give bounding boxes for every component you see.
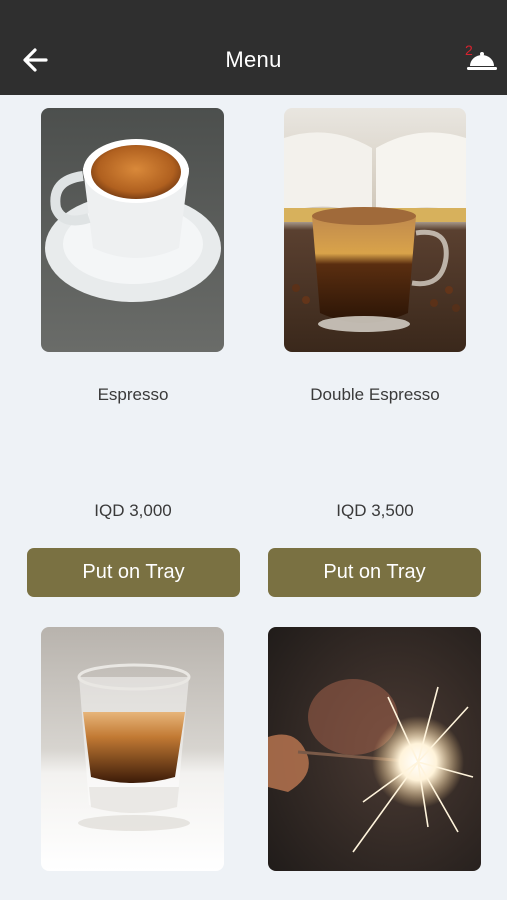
- app-bar: Menu 2: [0, 0, 507, 95]
- item-price: IQD 3,000: [94, 501, 172, 520]
- cloche-icon: [467, 52, 497, 70]
- put-on-tray-button[interactable]: Put on Tray: [268, 548, 481, 597]
- page-title: Menu: [225, 47, 282, 72]
- tray-button[interactable]: 2: [463, 43, 497, 74]
- item-price: IQD 3,500: [336, 501, 414, 520]
- item-name: Espresso: [97, 385, 169, 404]
- item-image-double-espresso[interactable]: [284, 108, 466, 352]
- item-image-espresso-shot[interactable]: [41, 627, 224, 871]
- put-on-tray-button[interactable]: Put on Tray: [27, 548, 240, 597]
- item-image-espresso[interactable]: [41, 108, 224, 352]
- item-name: Double Espresso: [310, 385, 440, 404]
- item-image-sparkler[interactable]: [268, 627, 481, 871]
